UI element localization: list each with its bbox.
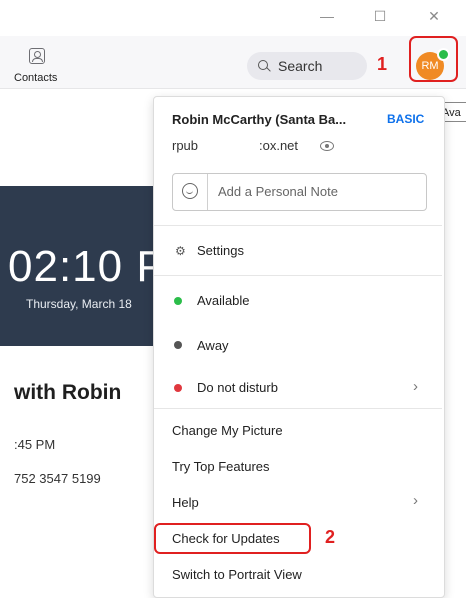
annotation-step-1: 1 [377,54,388,74]
minimize-button[interactable]: — [317,8,337,24]
dnd-status-icon [174,384,182,392]
chevron-right-icon: › [413,492,418,509]
divider [154,225,442,226]
menu-item-check-for-updates[interactable]: Check for Updates [172,531,280,546]
menu-item-try-top-features[interactable]: Try Top Features [172,459,270,474]
search-label: Search [278,58,323,74]
note-divider [207,174,208,210]
status-dot-icon [437,48,450,61]
plan-badge: BASIC [387,112,425,126]
divider [154,275,442,276]
menu-item-away[interactable]: Away [197,338,229,353]
contacts-icon[interactable] [29,48,45,64]
eye-icon[interactable] [320,141,334,151]
profile-email-part2: :ox.net [259,138,299,153]
clock-time: 02:10 P [8,242,167,291]
gear-icon: ⚙ [175,244,186,258]
meeting-id: 752 3547 5199 [14,471,101,486]
away-status-icon [174,341,182,349]
profile-name: Robin McCarthy (Santa Ba... [172,112,347,127]
search-icon [258,60,268,70]
smiley-icon[interactable] [182,183,198,199]
maximize-button[interactable]: ☐ [370,8,390,25]
menu-item-help[interactable]: Help [172,495,199,510]
available-status-icon [174,297,182,305]
close-button[interactable]: ✕ [424,8,444,25]
meeting-time: :45 PM [14,437,56,452]
annotation-step-2: 2 [325,527,336,547]
divider [154,408,442,409]
chevron-right-icon: › [413,378,418,395]
menu-item-do-not-disturb[interactable]: Do not disturb [197,380,278,395]
clock-date: Thursday, March 18 [26,297,132,311]
contacts-tab-label[interactable]: Contacts [14,72,57,84]
menu-item-available[interactable]: Available [197,293,250,308]
menu-item-settings[interactable]: Settings [197,243,244,258]
top-toolbar [0,36,466,89]
menu-item-switch-portrait[interactable]: Switch to Portrait View [172,567,302,582]
meeting-title: with Robin [14,381,122,404]
personal-note-placeholder: Add a Personal Note [218,184,338,199]
menu-item-change-picture[interactable]: Change My Picture [172,423,283,438]
profile-email-part1: rpub [172,138,199,153]
